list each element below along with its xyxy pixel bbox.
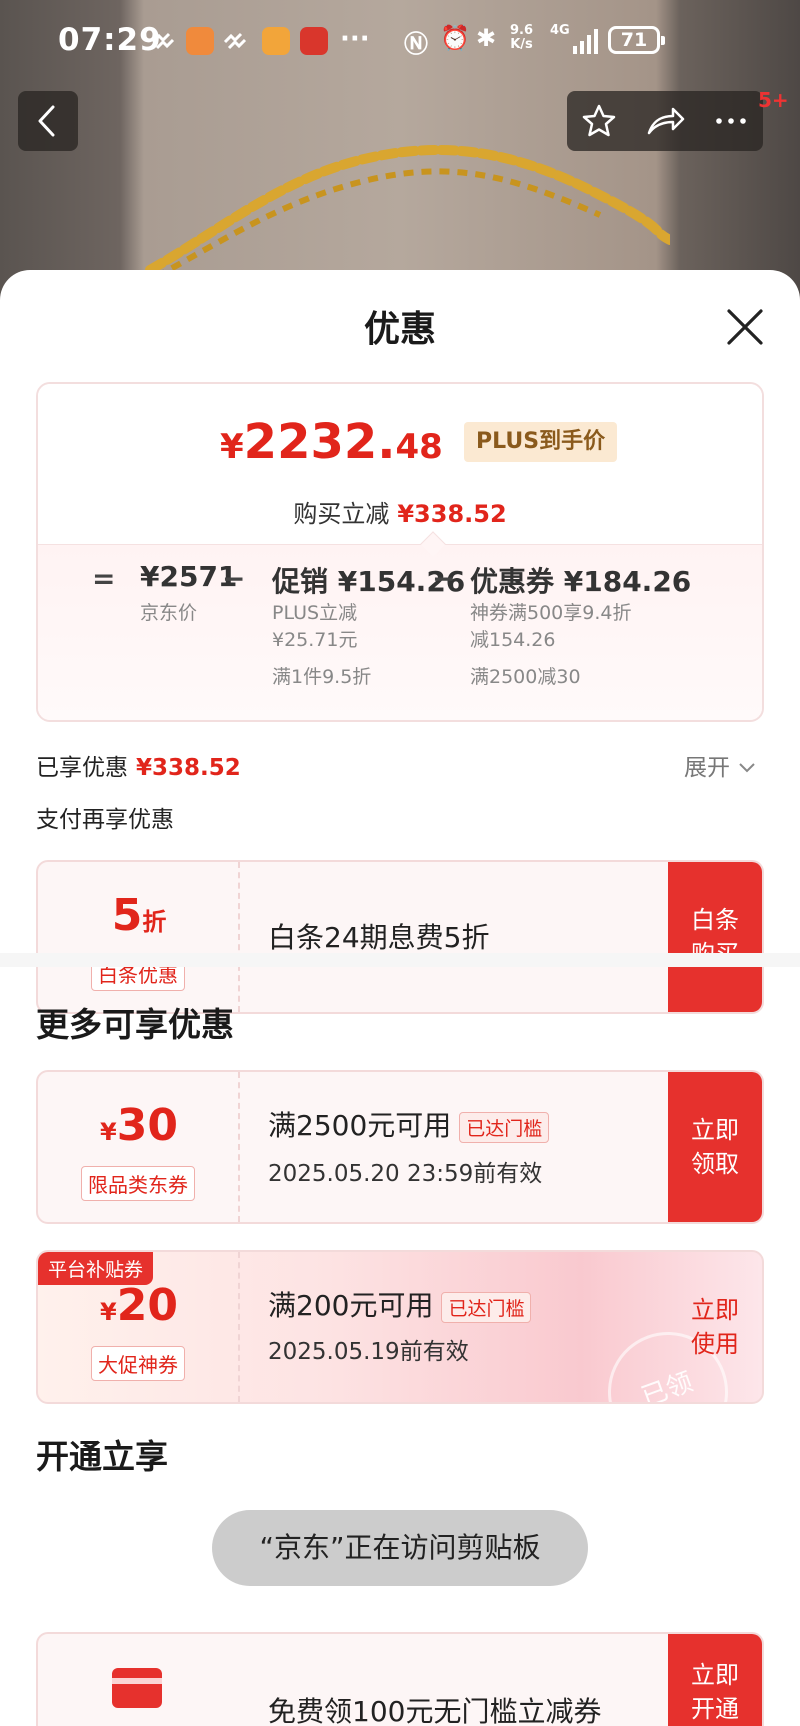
coupon-detail-2: 减154.26 — [470, 629, 556, 651]
back-button[interactable] — [18, 91, 78, 151]
sheet-title: 优惠 — [363, 309, 436, 350]
coupon-validity: 2025.05.19前有效 — [268, 1339, 469, 1365]
open-membership-card: 免费领100元无门槛立减券 立即 开通 — [36, 1632, 764, 1726]
app-notification-icon — [262, 27, 290, 55]
threshold-reached-badge: 已达门槛 — [441, 1291, 532, 1323]
close-icon[interactable] — [722, 304, 768, 350]
platform-subsidy-tag: 平台补贴券 — [38, 1252, 154, 1285]
status-time: 07:29 — [58, 22, 162, 58]
more-notifications-icon: ··· — [340, 24, 370, 54]
card-icon — [112, 1668, 162, 1708]
coupon-validity: 2025.05.20 23:59前有效 — [268, 1161, 543, 1187]
promo-detail-2: ¥25.71元 — [272, 629, 358, 651]
currency-symbol: ¥ — [100, 1118, 117, 1146]
coupon-condition-text: 满200元可用 — [268, 1289, 434, 1322]
reduction-value: ¥338.52 — [397, 500, 507, 528]
coupon-card: ¥20 大促神券 平台补贴券 满200元可用 已达门槛 2025.05.19前有效… — [36, 1250, 764, 1404]
coupon-detail-3: 满2500减30 — [470, 666, 581, 688]
pay-more-discount-label: 支付再享优惠 — [36, 807, 174, 833]
message-count-badge: 5+ — [758, 88, 789, 112]
promo-detail-3: 满1件9.5折 — [272, 666, 372, 688]
baitiao-buy-button[interactable]: 白条 购买 — [668, 862, 762, 1012]
open-card-description: 免费领100元无门槛立减券 — [268, 1695, 602, 1726]
jd-price-label: 京东价 — [140, 602, 198, 624]
coupon-condition: 满2500元可用 已达门槛 — [268, 1104, 550, 1144]
network-speed: 9.6 K/s — [510, 23, 534, 52]
app-notification-icon — [300, 27, 328, 55]
enjoyed-discount: 已享优惠 ¥338.52 — [36, 748, 241, 782]
minus-sign: − — [222, 562, 246, 595]
nav-actions — [567, 91, 763, 151]
coupon-value-area: 5折 白条优惠 — [38, 862, 240, 1012]
minus-sign: − — [432, 562, 456, 595]
chevron-down-icon — [739, 763, 756, 773]
expand-button[interactable]: 展开 — [684, 748, 757, 782]
notification-icon — [223, 32, 247, 50]
coupon-detail-1: 神券满500享9.4折 — [470, 602, 632, 624]
bluetooth-icon: ✱ — [476, 24, 497, 52]
nfc-icon: Ⓝ — [404, 30, 428, 58]
final-price: ¥2232.48 — [220, 414, 443, 470]
promo-detail-1: PLUS立减 — [272, 602, 358, 624]
coupon-tag: 限品类东券 — [81, 1166, 195, 1201]
network-type: 4G — [550, 23, 570, 38]
threshold-reached-badge: 已达门槛 — [459, 1111, 550, 1143]
discount-sheet: 优惠 ¥2232.48 PLUS到手价 购买立减 ¥338.52 = ¥2571 … — [0, 270, 800, 1726]
reduction-label: 购买立减 — [293, 500, 390, 528]
final-price-integer: 2232. — [243, 414, 396, 470]
more-discounts-title: 更多可享优惠 — [36, 1005, 234, 1044]
open-membership-title: 开通立享 — [36, 1437, 168, 1476]
status-bar: 07:29 ··· Ⓝ ⏰ ✱ 9.6 K/s 4G 71 — [0, 0, 800, 82]
signal-icon — [573, 29, 598, 54]
final-price-decimal: 48 — [395, 427, 443, 467]
final-price-area: ¥2232.48 PLUS到手价 购买立减 ¥338.52 — [38, 384, 762, 544]
purchase-reduction: 购买立减 ¥338.52 — [38, 494, 762, 529]
use-coupon-button[interactable]: 立即 使用 — [668, 1252, 762, 1402]
plus-price-tag: PLUS到手价 — [464, 422, 618, 462]
battery-indicator: 71 — [608, 26, 665, 54]
coupon-value: 优惠券 ¥184.26 — [470, 565, 692, 598]
coupon-amount-number: 5 — [111, 890, 143, 941]
notification-icon — [151, 32, 175, 50]
currency-symbol: ¥ — [220, 427, 244, 467]
coupon-tag: 大促神券 — [91, 1346, 185, 1381]
expand-label: 展开 — [684, 755, 730, 781]
clipboard-toast: “京东”正在访问剪贴板 — [212, 1510, 588, 1586]
coupon-value-area: ¥30 限品类东券 — [38, 1072, 240, 1222]
baitiao-coupon: 5折 白条优惠 白条24期息费5折 白条 购买 — [36, 860, 764, 1014]
coupon-description: 白条24期息费5折 — [268, 921, 490, 954]
section-divider — [0, 953, 800, 967]
coupon-condition-text: 满2500元可用 — [268, 1109, 452, 1142]
claim-coupon-button[interactable]: 立即 领取 — [668, 1072, 762, 1222]
price-breakdown-card: ¥2232.48 PLUS到手价 购买立减 ¥338.52 = ¥2571 京东价… — [36, 382, 764, 722]
more-icon[interactable] — [701, 91, 761, 151]
coupon-amount: ¥30 — [38, 1100, 240, 1151]
open-now-button[interactable]: 立即 开通 — [668, 1634, 762, 1726]
coupon-amount-number: 30 — [116, 1100, 178, 1151]
coupon-condition: 满200元可用 已达门槛 — [268, 1284, 532, 1324]
chevron-left-icon — [38, 105, 55, 137]
currency-symbol: ¥ — [100, 1298, 117, 1326]
enjoyed-value: ¥338.52 — [136, 755, 241, 781]
coupon-amount-number: 20 — [116, 1280, 178, 1331]
app-notification-icon — [186, 27, 214, 55]
coupon-card: ¥30 限品类东券 满2500元可用 已达门槛 2025.05.20 23:59前… — [36, 1070, 764, 1224]
share-icon[interactable] — [635, 91, 695, 151]
equals-sign: = — [92, 562, 116, 595]
enjoyed-label: 已享优惠 — [36, 755, 128, 781]
coupon-amount-unit: 折 — [142, 908, 167, 936]
star-icon[interactable] — [569, 91, 629, 151]
coupon-amount: ¥20 — [38, 1280, 240, 1331]
coupon-amount: 5折 — [38, 890, 240, 941]
alarm-icon: ⏰ — [440, 24, 470, 52]
